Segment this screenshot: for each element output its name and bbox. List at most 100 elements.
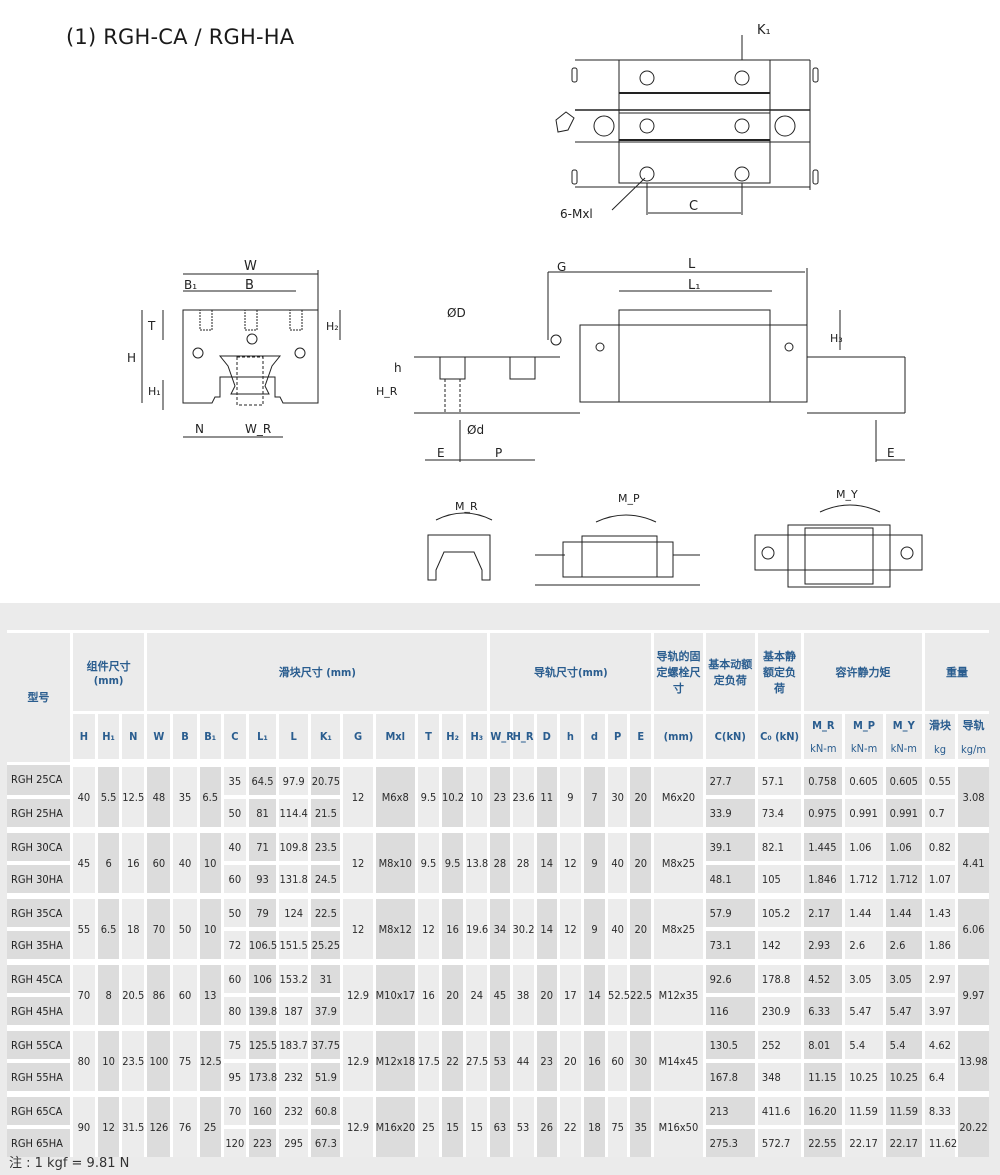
cell-cdyn: 27.7 [702,763,757,797]
subheader-moment: M_P kN-m [842,712,885,767]
table-row: RGH 65CA 90 12 31.5 126 76 25 70 160 232 60.8 12.9 M… [7,1097,989,1157]
label-k1: K₁ [757,23,771,38]
cell-w: 48 [144,763,172,827]
subheader-block: B [170,712,199,767]
cell-w: 100 [144,1031,172,1091]
cell-h1: 12 [95,1097,121,1157]
label-mp: M_P [618,492,640,505]
cell-rail-weight: 13.98 [955,1031,989,1091]
technical-drawings: K₁ C 6-Mxl W B₁ B T H H₁ H₂ N W_R G L L₁… [0,0,1000,600]
model-cell: RGH 55HA [7,1059,72,1091]
cell-mxl: M6x8 [372,763,417,827]
cell-mp: 10.25 [842,1059,885,1091]
cell-cdyn: 48.1 [702,861,757,893]
cell-block_kg: 1.07 [921,861,957,893]
cell-bolt: M12x35 [651,965,705,1025]
cell-h: 80 [69,1031,97,1091]
cell-c0: 82.1 [754,833,803,863]
cell-h: 22 [556,1097,583,1157]
table-row: RGH 45CA 70 8 20.5 86 60 13 60 106 153.2 31 12.9 M10… [7,965,989,1025]
cell-b1: 25 [196,1097,223,1157]
cell-wr: 28 [487,833,511,893]
subheader-moment: M_Y kN-m [882,712,924,767]
cell-mp: 0.991 [842,795,885,827]
cell-cdyn: 275.3 [702,1125,757,1157]
cell-c: 40 [220,833,248,863]
unit-note: 注 : 1 kgf = 9.81 N [9,1156,130,1171]
cell-h2: 20 [439,965,465,1025]
cell-block_kg: 2.97 [921,965,957,995]
subheader-dynamic: C(kN) [702,712,757,767]
cell-c: 50 [220,899,248,929]
header-static: 基本静额定负荷 [754,630,803,714]
model-cell: RGH 45HA [7,993,72,1025]
cell-k1: 25.25 [308,927,342,959]
moment-symbol: M_P [853,718,876,732]
label-mr: M_R [455,500,478,513]
label-g: G [557,260,566,274]
cell-block_kg: 8.33 [921,1097,957,1127]
subheader-block: L₁ [245,712,278,767]
cell-rail-weight: 9.97 [955,965,989,1025]
cell-d: 11 [533,763,559,827]
cell-c0: 348 [754,1059,803,1091]
cell-k1: 22.5 [308,899,342,929]
cell-bolt: M6x20 [651,763,705,827]
cell-c: 75 [220,1031,248,1061]
cell-h: 12 [556,899,583,959]
cell-g: 12 [340,763,375,827]
cell-c: 72 [220,927,248,959]
header-dynamic: 基本动额定负荷 [702,630,757,714]
cell-b1: 12.5 [196,1031,223,1091]
label-my: M_Y [836,488,858,501]
side-view-drawing: G L L₁ H₃ ØD h H_R Ød E P E [376,257,906,462]
cell-block_kg: 1.43 [921,899,957,929]
cell-l1: 139.8 [245,993,278,1025]
subheader-assembly: H [69,712,97,767]
cell-g: 12 [340,899,375,959]
cell-mr: 8.01 [801,1031,844,1061]
cell-h3: 10 [463,763,489,827]
cell-h: 70 [69,965,97,1025]
cell-hr: 30.2 [509,899,536,959]
label-h1: H₁ [148,385,161,398]
cell-h: 55 [69,899,97,959]
cell-b1: 10 [196,899,223,959]
cell-l1: 125.5 [245,1031,278,1061]
cell-n: 23.5 [119,1031,146,1091]
subheader-block: L [276,712,310,767]
model-cell: RGH 45CA [7,965,72,995]
cell-bolt: M8x25 [651,833,705,893]
cell-t: 9.5 [414,763,441,827]
cell-h: 20 [556,1031,583,1091]
subheader-rail: P [605,712,629,767]
cell-t: 25 [414,1097,441,1157]
label-l1: L₁ [688,278,700,293]
cell-bolt: M16x50 [651,1097,705,1157]
subheader-rail: d [580,712,607,767]
cell-d: 23 [533,1031,559,1091]
cell-wr: 45 [487,965,511,1025]
cell-mr: 2.93 [801,927,844,959]
cell-l1: 173.8 [245,1059,278,1091]
cell-k1: 51.9 [308,1059,342,1091]
cell-cdyn: 92.6 [702,965,757,995]
cell-c0: 73.4 [754,795,803,827]
cell-mp: 1.44 [842,899,885,929]
cell-d: 14 [580,965,607,1025]
cell-t: 16 [414,965,441,1025]
cell-d: 20 [533,965,559,1025]
cell-w: 60 [144,833,172,893]
cell-p: 60 [605,1031,629,1091]
cell-mr: 2.17 [801,899,844,929]
cell-c0: 105 [754,861,803,893]
label-b1: B₁ [184,278,197,292]
cell-d: 26 [533,1097,559,1157]
cell-n: 12.5 [119,763,146,827]
front-view-drawing: W B₁ B T H H₁ H₂ N W_R [127,259,341,438]
cell-block_kg: 0.82 [921,833,957,863]
label-b: B [245,278,254,293]
cell-h2: 22 [439,1031,465,1091]
cell-e: 22.5 [627,965,653,1025]
moment-unit: kN-m [810,741,837,755]
